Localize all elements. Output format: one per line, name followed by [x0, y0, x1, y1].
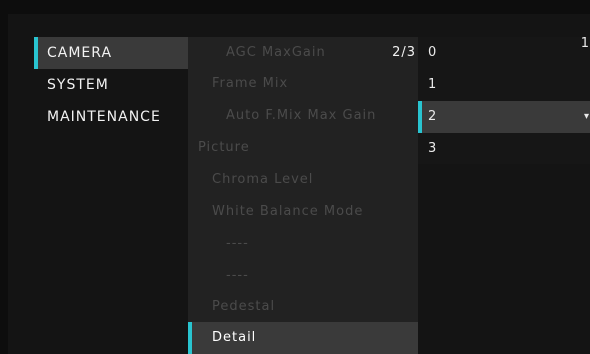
submenu-item-label: Pedestal: [212, 299, 276, 314]
submenu-item-pedestal[interactable]: Pedestal: [188, 291, 418, 322]
submenu-item-auto-fmix-max-gain[interactable]: Auto F.Mix Max Gain: [188, 100, 418, 131]
selection-indicator: [34, 37, 38, 69]
menu-item-system[interactable]: SYSTEM: [34, 69, 188, 101]
submenu-item-label: ----: [226, 236, 249, 251]
submenu-item-placeholder-2: ----: [188, 260, 418, 291]
value-option-1[interactable]: 1: [418, 69, 590, 101]
submenu-item-label: Detail: [212, 330, 257, 345]
value-option-0[interactable]: 0: [418, 37, 590, 69]
value-option-2[interactable]: 2 ▾: [418, 101, 590, 133]
menu-item-label: MAINTENANCE: [47, 109, 161, 125]
submenu-item-label: ----: [226, 268, 249, 283]
value-option-label: 0: [428, 45, 438, 60]
chevron-down-icon: ▾: [583, 111, 590, 122]
submenu-section-picture: Picture: [188, 132, 418, 163]
menu-item-maintenance[interactable]: MAINTENANCE: [34, 101, 188, 133]
value-option-label: 2: [428, 109, 438, 124]
submenu-item-frame-mix[interactable]: Frame Mix: [188, 68, 418, 99]
submenu-item-label: Chroma Level: [212, 172, 314, 187]
submenu-item-label: White Balance Mode: [212, 204, 364, 219]
submenu-item-agc-maxgain[interactable]: AGC MaxGain: [188, 37, 418, 68]
submenu-item-white-balance-mode[interactable]: White Balance Mode: [188, 196, 418, 227]
submenu-item-chroma-level[interactable]: Chroma Level: [188, 164, 418, 195]
menu-item-camera[interactable]: CAMERA: [34, 37, 188, 69]
submenu-item-placeholder-1: ----: [188, 228, 418, 259]
value-option-3[interactable]: 3: [418, 133, 590, 165]
value-option-label: 3: [428, 141, 438, 156]
value-list: 1 0 1 2 ▾ 3: [418, 37, 590, 164]
value-option-label: 1: [428, 77, 438, 92]
submenu-item-detail[interactable]: Detail: [188, 322, 418, 354]
selection-indicator: [418, 101, 422, 133]
section-label: Picture: [198, 140, 250, 155]
submenu-item-label: Auto F.Mix Max Gain: [226, 108, 377, 123]
submenu-item-label: Frame Mix: [212, 76, 289, 91]
selection-indicator: [188, 322, 192, 354]
menu-item-label: SYSTEM: [47, 77, 109, 93]
camera-submenu: 2/3 AGC MaxGain Frame Mix Auto F.Mix Max…: [188, 37, 418, 354]
submenu-item-label: AGC MaxGain: [226, 45, 326, 60]
menu-item-label: CAMERA: [47, 45, 113, 61]
